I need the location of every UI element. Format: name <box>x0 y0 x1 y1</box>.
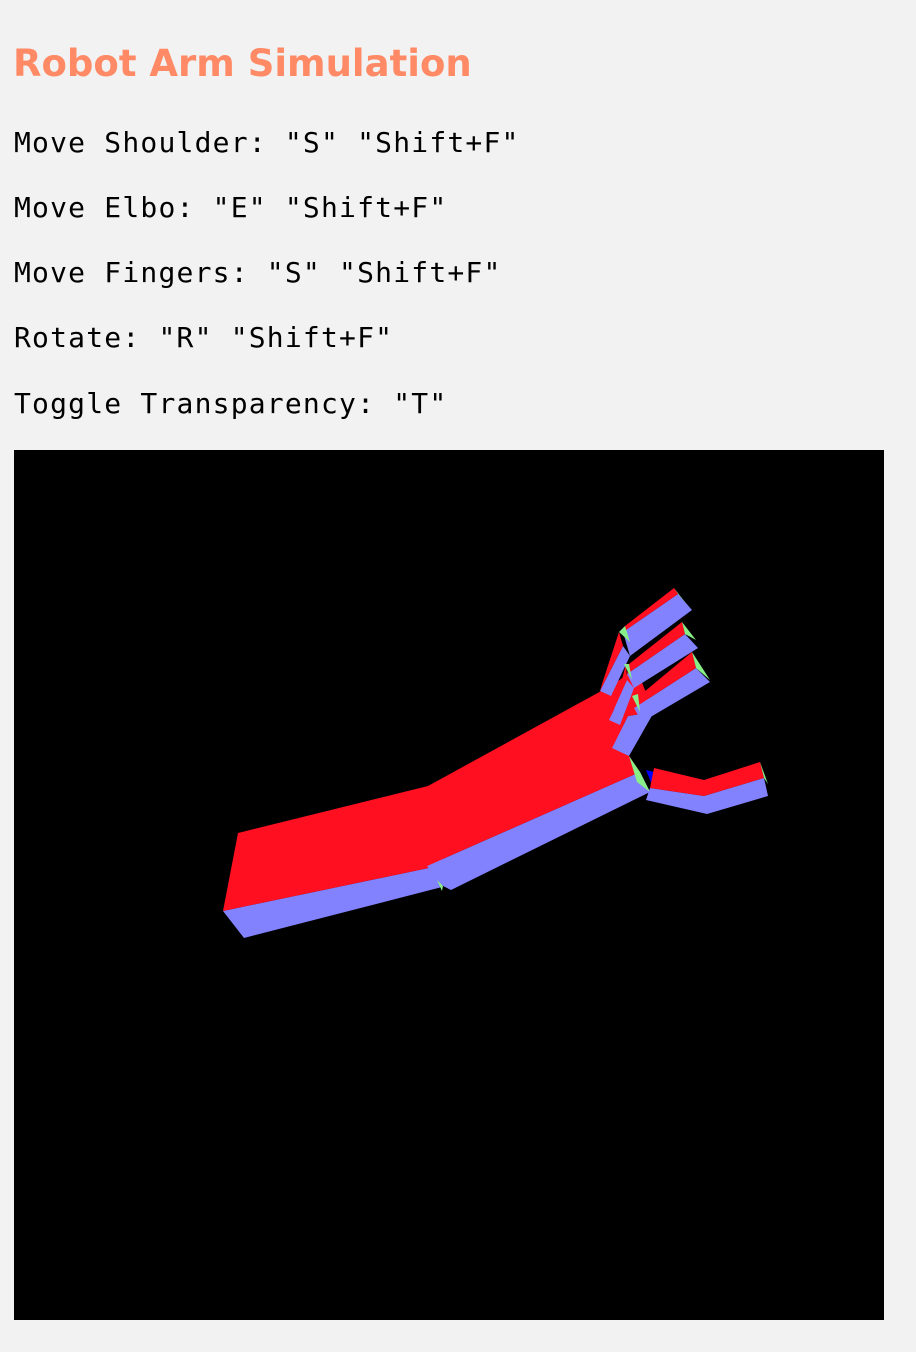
instruction-rotate: Rotate: "R" "Shift+F" <box>14 321 394 354</box>
instruction-move-shoulder: Move Shoulder: "S" "Shift+F" <box>14 126 520 159</box>
simulation-canvas[interactable] <box>14 450 884 1320</box>
instruction-toggle-transparency: Toggle Transparency: "T" <box>14 387 448 420</box>
robot-arm-render[interactable] <box>14 450 884 1320</box>
page-title: Robot Arm Simulation <box>13 42 472 85</box>
instruction-move-elbow: Move Elbo: "E" "Shift+F" <box>14 191 448 224</box>
instruction-move-fingers: Move Fingers: "S" "Shift+F" <box>14 256 502 289</box>
